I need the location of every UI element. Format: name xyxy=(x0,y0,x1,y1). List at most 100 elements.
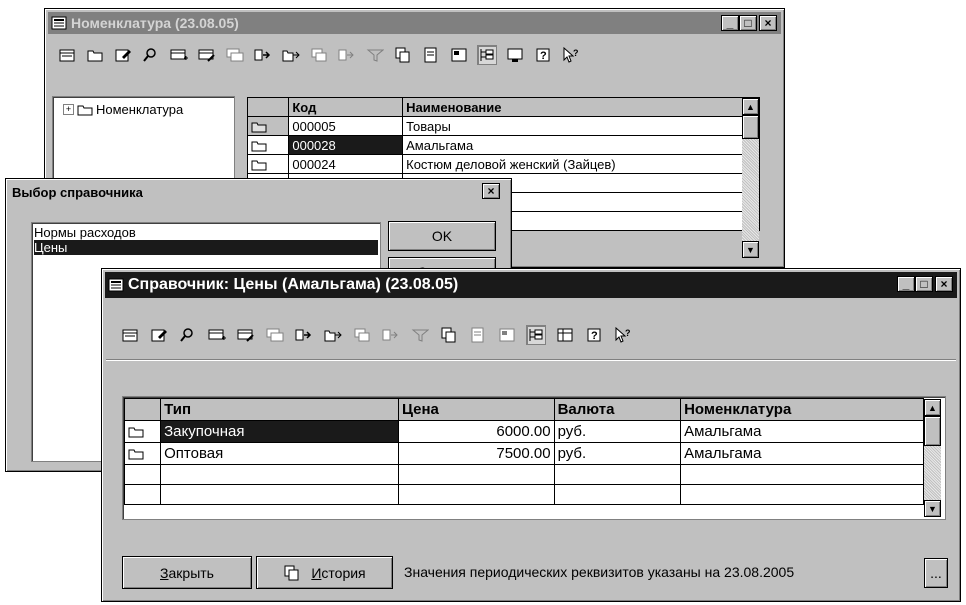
list-item[interactable]: Нормы расходов xyxy=(34,225,136,240)
move-to-group-icon[interactable] xyxy=(323,325,343,345)
row-folder-icon xyxy=(246,154,290,174)
table-row[interactable]: 000028 Амальгама xyxy=(246,135,760,155)
edit-row-icon[interactable] xyxy=(236,325,256,345)
tree-item-nomenclature[interactable]: + Номенклатура xyxy=(63,102,183,117)
row-folder-icon xyxy=(123,420,162,443)
history-button[interactable]: История xyxy=(256,556,393,589)
nomenclature-toolbar: ? ? xyxy=(57,45,581,65)
ok-button[interactable]: OK xyxy=(388,221,496,251)
print-icon[interactable] xyxy=(505,45,525,65)
list-item-selected[interactable]: Цены xyxy=(34,240,378,255)
minimize-button[interactable]: _ xyxy=(897,276,915,292)
prices-table: Тип Цена Валюта Номенклатура Закупочная … xyxy=(123,398,924,505)
table-row[interactable] xyxy=(123,484,924,505)
history-table-icon[interactable] xyxy=(555,325,575,345)
transfer-icon[interactable] xyxy=(337,45,357,65)
copy-icon[interactable] xyxy=(393,45,413,65)
copy-icon xyxy=(284,565,299,580)
copy-row-icon[interactable] xyxy=(225,45,245,65)
new-folder-icon[interactable] xyxy=(85,45,105,65)
properties-icon[interactable] xyxy=(497,325,517,345)
hierarchy-icon[interactable] xyxy=(526,325,546,345)
hierarchy-icon[interactable] xyxy=(477,45,497,65)
filter-icon[interactable] xyxy=(365,45,385,65)
prices-window: Справочник: Цены (Амальгама) (23.08.05) … xyxy=(101,268,961,602)
scroll-up-button[interactable]: ▲ xyxy=(742,98,759,115)
row-folder-icon xyxy=(246,116,290,136)
document-icon[interactable] xyxy=(468,325,488,345)
folder-icon xyxy=(77,105,93,115)
move-icon[interactable] xyxy=(294,325,314,345)
cell-code: 000028 xyxy=(288,135,404,155)
help-icon[interactable]: ? xyxy=(584,325,604,345)
nomenclature-title: Номенклатура (23.08.05) xyxy=(71,15,239,31)
cell-item: Амальгама xyxy=(680,442,924,465)
row-folder-icon xyxy=(123,442,162,465)
table-row[interactable]: 000024 Костюм деловой женский (Зайцев) xyxy=(246,154,760,174)
close-button[interactable]: × xyxy=(935,276,953,292)
properties-icon[interactable] xyxy=(449,45,469,65)
cell-name: Товары xyxy=(402,116,760,136)
scroll-thumb[interactable] xyxy=(924,416,941,446)
column-header-icon xyxy=(246,97,290,117)
svg-text:?: ? xyxy=(573,48,579,58)
close-window-button[interactable]: Закрыть xyxy=(122,556,252,589)
cell-type: Закупочная xyxy=(160,420,400,443)
column-header-code[interactable]: Код xyxy=(288,97,404,117)
find-icon[interactable] xyxy=(178,325,198,345)
edit-row-icon[interactable] xyxy=(197,45,217,65)
cell-name: Костюм деловой женский (Зайцев) xyxy=(402,154,760,174)
group-icon[interactable] xyxy=(309,45,329,65)
scroll-down-button[interactable]: ▼ xyxy=(924,500,941,517)
maximize-button[interactable]: □ xyxy=(915,276,933,292)
context-help-icon[interactable]: ? xyxy=(561,45,581,65)
scroll-thumb[interactable] xyxy=(742,115,759,139)
move-icon[interactable] xyxy=(253,45,273,65)
column-header-name[interactable]: Наименование xyxy=(402,97,760,117)
help-icon[interactable]: ? xyxy=(533,45,553,65)
table-row[interactable] xyxy=(123,464,924,485)
scroll-up-button[interactable]: ▲ xyxy=(924,399,941,416)
nomenclature-titlebar[interactable]: Номенклатура (23.08.05) _ □ × xyxy=(48,12,781,34)
filter-icon[interactable] xyxy=(410,325,430,345)
edit-icon[interactable] xyxy=(149,325,169,345)
add-row-icon[interactable] xyxy=(169,45,189,65)
document-icon[interactable] xyxy=(421,45,441,65)
column-header-type[interactable]: Тип xyxy=(160,398,400,421)
cell-currency: руб. xyxy=(553,442,682,465)
minimize-button[interactable]: _ xyxy=(721,15,739,31)
column-header-currency[interactable]: Валюта xyxy=(553,398,682,421)
new-element-icon[interactable] xyxy=(120,325,140,345)
cell-code: 000024 xyxy=(288,154,404,174)
table-row[interactable]: 000005 Товары xyxy=(246,116,760,136)
column-header-price[interactable]: Цена xyxy=(398,398,555,421)
edit-icon[interactable] xyxy=(113,45,133,65)
new-element-icon[interactable] xyxy=(57,45,77,65)
group-icon[interactable] xyxy=(352,325,372,345)
table-row[interactable]: Оптовая 7500.00 руб. Амальгама xyxy=(123,442,924,465)
find-icon[interactable] xyxy=(141,45,161,65)
copy-icon[interactable] xyxy=(439,325,459,345)
svg-text:?: ? xyxy=(625,328,631,338)
close-button[interactable]: × xyxy=(759,15,777,31)
maximize-button[interactable]: □ xyxy=(739,15,757,31)
ellipsis-button[interactable]: ... xyxy=(924,558,948,588)
row-folder-icon xyxy=(246,135,290,155)
expand-toggle[interactable]: + xyxy=(63,104,74,115)
move-to-group-icon[interactable] xyxy=(281,45,301,65)
add-row-icon[interactable] xyxy=(207,325,227,345)
catalog-icon xyxy=(51,16,67,30)
scroll-down-button[interactable]: ▼ xyxy=(742,241,759,258)
select-dialog-titlebar[interactable]: Выбор справочника × xyxy=(9,181,508,203)
transfer-icon[interactable] xyxy=(381,325,401,345)
svg-text:?: ? xyxy=(591,330,598,342)
context-help-icon[interactable]: ? xyxy=(613,325,633,345)
cell-item: Амальгама xyxy=(680,420,924,443)
cell-name: Амальгама xyxy=(402,135,760,155)
copy-row-icon[interactable] xyxy=(265,325,285,345)
prices-titlebar[interactable]: Справочник: Цены (Амальгама) (23.08.05) … xyxy=(105,272,957,298)
close-button[interactable]: × xyxy=(482,183,500,199)
column-header-item[interactable]: Номенклатура xyxy=(680,398,924,421)
toolbar-separator xyxy=(106,359,956,361)
table-row[interactable]: Закупочная 6000.00 руб. Амальгама xyxy=(123,420,924,443)
